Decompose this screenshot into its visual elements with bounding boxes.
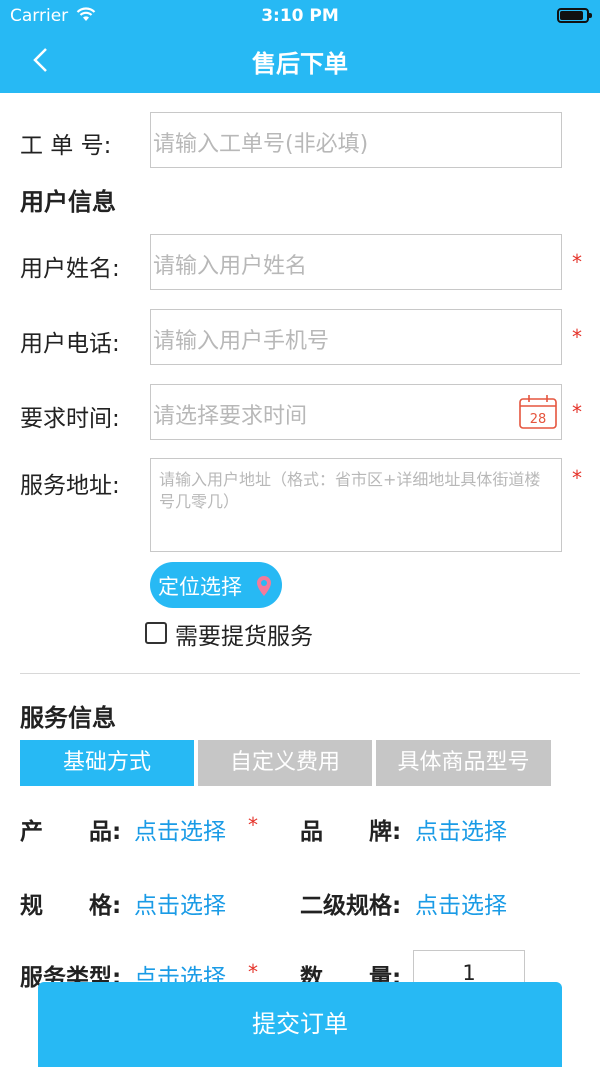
service-section-title: 服务信息: [20, 704, 116, 732]
order-no-label: 工 单 号:: [20, 133, 112, 159]
user-phone-label: 用户电话:: [20, 331, 120, 357]
battery-fill: [560, 11, 583, 20]
address-input[interactable]: 请输入用户地址（格式：省市区+详细地址具体街道楼号几零几）: [150, 458, 562, 552]
tab-basic[interactable]: 基础方式: [20, 740, 194, 786]
user-name-label: 用户姓名:: [20, 256, 120, 282]
pickup-checkbox[interactable]: [145, 622, 167, 644]
user-section-title: 用户信息: [20, 188, 116, 216]
location-pin-icon: [257, 576, 271, 596]
user-phone-input[interactable]: 请输入用户手机号: [150, 309, 562, 365]
user-name-input[interactable]: 请输入用户姓名: [150, 234, 562, 290]
section-divider: [20, 673, 580, 674]
battery-icon: [557, 8, 592, 23]
req-time-label: 要求时间:: [20, 406, 120, 432]
order-no-input[interactable]: 请输入工单号(非必填): [150, 112, 562, 168]
req-time-picker[interactable]: 请选择要求时间: [150, 384, 562, 440]
status-time: 3:10 PM: [261, 6, 339, 26]
pickup-label: 需要提货服务: [175, 624, 313, 650]
calendar-day: 28: [530, 412, 547, 427]
brand-select[interactable]: 点击选择: [415, 812, 507, 846]
tab-custom-fee[interactable]: 自定义费用: [198, 740, 372, 786]
required-mark: *: [572, 325, 582, 349]
required-mark: *: [572, 466, 582, 490]
product-select[interactable]: 点击选择: [134, 812, 226, 846]
spec-label: 规 格:: [20, 893, 122, 919]
locate-button-label: 定位选择: [158, 575, 242, 599]
header: Carrier 3:10 PM 售后下单: [0, 0, 600, 93]
calendar-icon[interactable]: 28: [518, 394, 558, 430]
sub-spec-select[interactable]: 点击选择: [415, 886, 507, 920]
tab-product-model[interactable]: 具体商品型号: [376, 740, 551, 786]
required-mark: *: [248, 960, 258, 984]
spec-select[interactable]: 点击选择: [134, 886, 226, 920]
product-label: 产 品:: [20, 819, 122, 845]
required-mark: *: [572, 400, 582, 424]
required-mark: *: [248, 813, 258, 837]
address-label: 服务地址:: [20, 473, 120, 499]
required-mark: *: [572, 250, 582, 274]
page-title: 售后下单: [252, 50, 348, 78]
brand-label: 品 牌:: [300, 819, 402, 845]
submit-order-button[interactable]: 提交订单: [38, 982, 562, 1067]
locate-button[interactable]: 定位选择: [150, 562, 282, 608]
sub-spec-label: 二级规格:: [300, 893, 402, 919]
status-bar: Carrier 3:10 PM: [0, 0, 600, 32]
